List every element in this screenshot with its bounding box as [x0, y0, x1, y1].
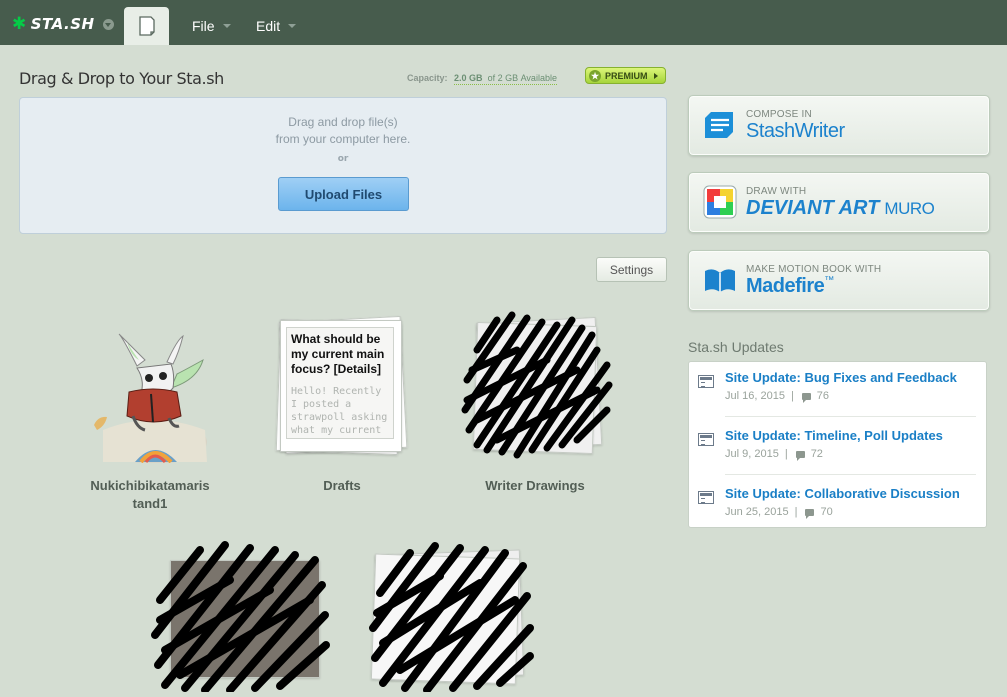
stash-logo-icon: ✱	[12, 14, 27, 34]
edit-menu-label: Edit	[256, 18, 281, 34]
promo-brand: Madefire™	[746, 275, 834, 298]
file-menu-label: File	[192, 18, 215, 34]
promo-brand: DEVIANT ART MURO	[746, 197, 935, 220]
premium-label: PREMIUM	[605, 70, 648, 81]
update-date: Jun 25, 2015	[725, 506, 789, 518]
comment-count[interactable]: 76	[817, 390, 829, 402]
stash-item-thumbnail[interactable]	[365, 538, 535, 692]
capacity-label: Capacity:	[407, 73, 448, 83]
comment-icon	[805, 508, 815, 519]
capacity-total: of 2 GB	[487, 73, 519, 83]
update-item[interactable]: Site Update: Bug Fixes and Feedback Jul …	[689, 362, 988, 420]
edit-menu[interactable]: Edit	[256, 18, 297, 34]
update-date: Jul 9, 2015	[725, 448, 779, 460]
promo-caption: MAKE MOTION BOOK WITH	[746, 264, 882, 275]
star-icon: ★	[589, 69, 601, 82]
promo-brand-b: ™	[824, 275, 834, 286]
update-meta: Jun 25, 2015 | 70	[725, 506, 833, 519]
drop-zone-line-2: from your computer here.	[275, 132, 411, 146]
settings-button[interactable]: Settings	[596, 257, 667, 282]
comment-count[interactable]: 70	[820, 506, 832, 518]
drop-zone-line-1: Drag and drop file(s)	[288, 115, 398, 129]
redaction-scribble	[461, 311, 613, 459]
divider	[725, 474, 976, 475]
stashwriter-promo[interactable]: COMPOSE IN StashWriter	[688, 95, 990, 156]
premium-button[interactable]: ★ PREMIUM	[585, 67, 666, 84]
fox-character-image	[94, 333, 207, 464]
promo-brand: StashWriter	[746, 120, 845, 143]
redaction-scribble	[151, 541, 330, 692]
updates-heading: Sta.sh Updates	[688, 339, 784, 355]
stash-logo[interactable]: ✱ STA.SH	[12, 14, 114, 34]
promo-brand-a: Stash	[746, 120, 795, 142]
drop-zone-or: or	[337, 154, 349, 164]
capacity-used: 2.0 GB	[454, 73, 483, 83]
logo-text: STA.SH	[30, 15, 95, 33]
promo-brand-a: DEVIANT ART	[746, 197, 880, 219]
comment-count[interactable]: 72	[811, 448, 823, 460]
upload-files-button[interactable]: Upload Files	[278, 177, 409, 211]
file-menu[interactable]: File	[192, 18, 231, 34]
promo-brand-b: Writer	[794, 120, 845, 142]
promo-brand-a: Madefire	[746, 275, 825, 297]
muro-promo[interactable]: DRAW WITH DEVIANT ART MURO	[688, 172, 990, 233]
gallery-item-label[interactable]: Writer Drawings	[470, 477, 600, 495]
page-title: Drag & Drop to Your Sta.sh	[19, 69, 224, 88]
redaction-scribble	[369, 542, 534, 692]
meta-separator: |	[784, 448, 788, 460]
gallery-item-label[interactable]: Nukichibikatamaris tand1	[85, 477, 215, 513]
divider	[725, 416, 976, 417]
meta-separator: |	[790, 390, 794, 402]
update-date: Jul 16, 2015	[725, 390, 785, 402]
draft-title: What should be my current main focus? [D…	[291, 332, 385, 376]
update-title[interactable]: Site Update: Bug Fixes and Feedback	[725, 370, 957, 385]
capacity-amount[interactable]: 2.0 GB of 2 GB Available	[454, 73, 557, 85]
capacity-indicator: Capacity: 2.0 GB of 2 GB Available	[407, 73, 557, 85]
capacity-suffix: Available	[520, 73, 557, 83]
chevron-down-icon	[288, 24, 297, 28]
new-item-button[interactable]	[124, 7, 169, 45]
update-title[interactable]: Site Update: Collaborative Discussion	[725, 486, 960, 501]
draft-body: Hello! Recently I posted a strawpoll ask…	[291, 386, 388, 436]
update-meta: Jul 9, 2015 | 72	[725, 448, 823, 461]
promo-caption: DRAW WITH	[746, 186, 807, 197]
comment-icon	[801, 392, 811, 403]
top-bar: ✱ STA.SH File Edit	[0, 0, 1007, 45]
drop-zone[interactable]: Drag and drop file(s) from your computer…	[19, 97, 667, 234]
draft-preview-card: What should be my current main focus? [D…	[286, 327, 394, 439]
updates-panel: Site Update: Bug Fixes and Feedback Jul …	[688, 361, 987, 528]
meta-separator: |	[794, 506, 798, 518]
gallery-item-label[interactable]: Drafts	[276, 477, 408, 495]
muro-icon	[703, 185, 737, 219]
comment-icon	[795, 450, 805, 461]
new-document-icon	[138, 16, 155, 36]
stash-item-thumbnail[interactable]	[150, 540, 330, 692]
writer-drawings-folder-thumbnail[interactable]	[457, 310, 617, 460]
promo-brand-b: MURO	[884, 199, 935, 218]
update-item[interactable]: Site Update: Timeline, Poll Updates Jul …	[689, 420, 988, 478]
arrow-right-icon	[653, 72, 658, 79]
chevron-down-icon	[222, 24, 231, 28]
update-item[interactable]: Site Update: Collaborative Discussion Ju…	[689, 478, 988, 536]
promo-caption: COMPOSE IN	[746, 109, 812, 120]
update-title[interactable]: Site Update: Timeline, Poll Updates	[725, 428, 943, 443]
madefire-icon	[705, 269, 735, 292]
news-icon	[698, 433, 714, 446]
stash-item-thumbnail[interactable]	[93, 330, 208, 464]
drafts-folder-thumbnail[interactable]: What should be my current main focus? [D…	[275, 315, 408, 456]
news-icon	[698, 491, 714, 504]
madefire-promo[interactable]: MAKE MOTION BOOK WITH Madefire™	[688, 250, 990, 311]
update-meta: Jul 16, 2015 | 76	[725, 390, 829, 403]
stashwriter-icon	[705, 112, 733, 138]
logo-dropdown-icon[interactable]	[102, 18, 114, 30]
news-icon	[698, 375, 714, 388]
